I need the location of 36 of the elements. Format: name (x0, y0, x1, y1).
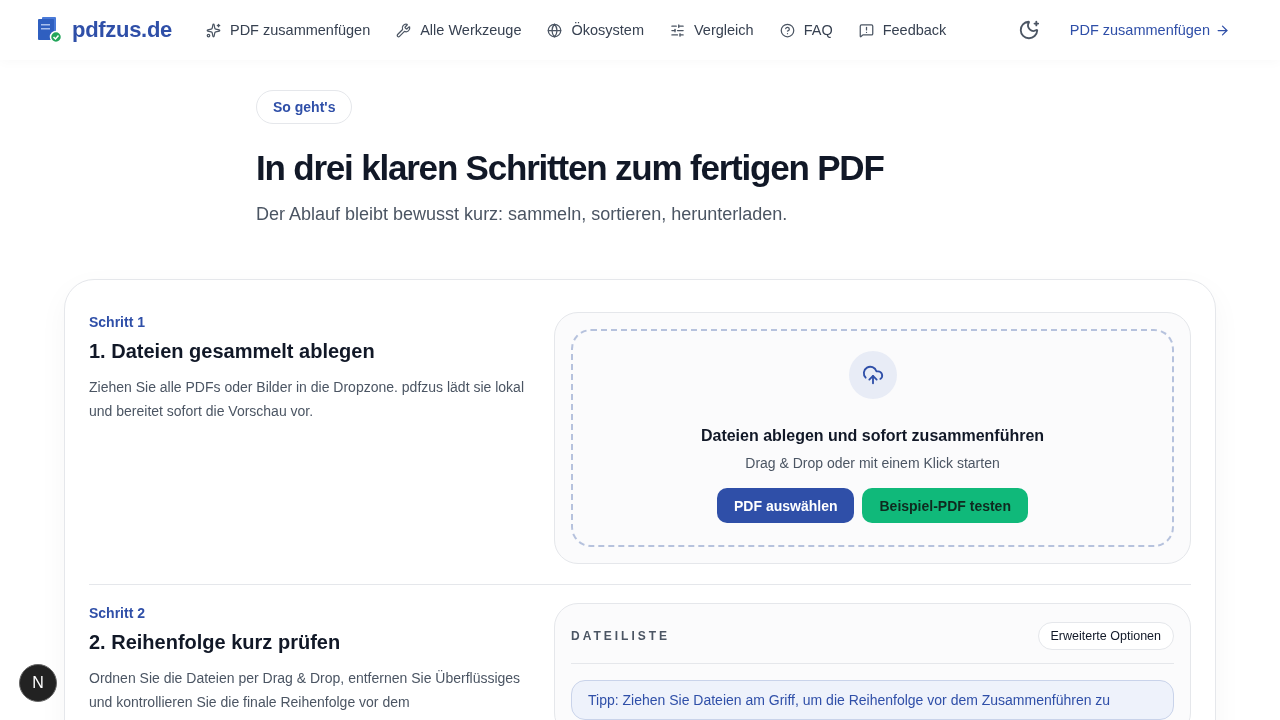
section-title: In drei klaren Schritten zum fertigen PDF (256, 148, 885, 188)
section-subtitle: Der Ablauf bleibt bewusst kurz: sammeln, sortieren, herunterladen. (256, 204, 789, 225)
step-label: Schritt 1 (89, 314, 146, 330)
globe-icon (547, 22, 563, 38)
select-pdf-button[interactable]: PDF auswählen (717, 488, 855, 523)
step-title: 1. Dateien gesammelt ablegen (89, 340, 376, 363)
wrench-icon (396, 22, 412, 38)
feedback-icon (858, 22, 874, 38)
sample-pdf-button[interactable]: Beispiel-PDF testen (862, 488, 1028, 523)
step-label: Schritt 2 (89, 605, 146, 621)
step-description: Ordnen Sie die Dateien per Drag & Drop, entfernen Sie Überflüssiges und kontrollieren Sie die finale Reihenfolge vor dem (89, 669, 522, 712)
dropzone-hint: Drag & Drop oder mit einem Klick starten (745, 455, 1000, 471)
sliders-icon (670, 22, 685, 38)
dark-mode-button[interactable] (1017, 19, 1040, 41)
tip-note: Tipp: Ziehen Sie Dateien am Griff, um die Reihenfolge vor dem Zusammenführen zu (571, 680, 1174, 720)
file-list-heading: DATEILISTE (571, 629, 671, 643)
brand-link[interactable]: pdfzus.de (38, 17, 172, 43)
document-logo-icon (38, 17, 62, 43)
cta-link[interactable]: PDF zusammenfügen (1069, 22, 1230, 38)
step-description: Ziehen Sie alle PDFs oder Bilder in die Dropzone. pdfzus lädt sie lokal und bereitet sofort die Vorschau vor. (89, 378, 525, 421)
sparkles-icon (205, 22, 221, 38)
dev-tools-button[interactable]: N (19, 664, 57, 702)
step-title: 2. Reihenfolge kurz prüfen (89, 631, 342, 654)
section-badge: So geht's (256, 90, 353, 124)
options-button[interactable]: Erweiterte Optionen (1037, 622, 1174, 650)
help-icon (779, 22, 795, 38)
dropzone-title: Dateien ablegen und sofort zusammenführen (700, 427, 1045, 445)
nav-link[interactable]: PDF zusammenfügen (205, 22, 371, 38)
nav-link[interactable]: FAQ (779, 22, 833, 38)
nav-link[interactable]: Alle Werkzeuge (396, 22, 522, 38)
nav-link[interactable]: Feedback (858, 22, 947, 38)
dropzone[interactable]: Dateien ablegen und sofort zusammenführen Drag & Drop oder mit einem Klick starten PDF auswählen Beispiel-PDF testen (571, 329, 1174, 547)
moon-icon (1017, 19, 1040, 41)
nav-link[interactable]: Vergleich (670, 22, 754, 38)
nav-link[interactable]: Ökosystem (547, 22, 644, 38)
cloud-upload-icon (861, 364, 884, 386)
